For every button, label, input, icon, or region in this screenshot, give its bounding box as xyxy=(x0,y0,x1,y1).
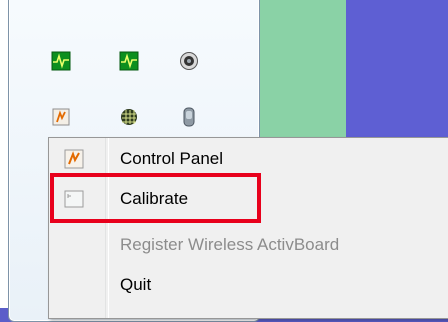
speaker-icon[interactable] xyxy=(179,51,199,71)
menu-item-label: Quit xyxy=(120,275,152,294)
heartbeat-monitor-icon[interactable] xyxy=(51,51,71,71)
annotation-highlight-box xyxy=(50,173,261,223)
context-menu: Control Panel Calibrate Register Wireles… xyxy=(48,137,448,319)
menu-item-quit[interactable]: Quit xyxy=(49,266,448,304)
menu-item-label: Register Wireless ActivBoard xyxy=(120,235,340,254)
menu-item-label: Control Panel xyxy=(120,149,224,168)
activboard-icon[interactable] xyxy=(51,107,71,127)
heartbeat-monitor-icon[interactable] xyxy=(119,51,139,71)
menu-item-register-wireless-activboard: Register Wireless ActivBoard xyxy=(49,226,448,264)
activboard-icon xyxy=(63,148,85,170)
grid-device-icon[interactable] xyxy=(119,107,139,127)
pen-device-icon[interactable] xyxy=(179,107,199,127)
